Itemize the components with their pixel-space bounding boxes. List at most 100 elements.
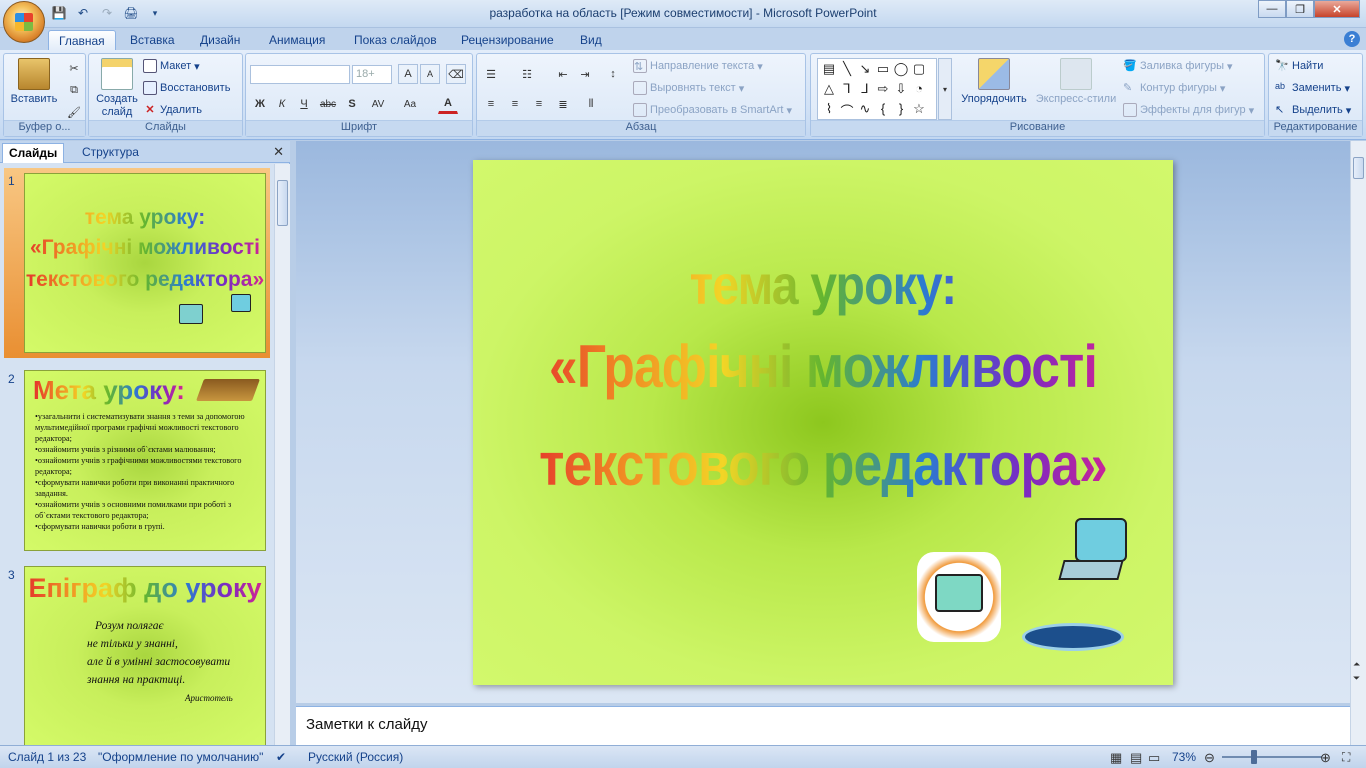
tab-outline[interactable]: Структура xyxy=(76,143,145,163)
tab-home[interactable]: Главная xyxy=(48,30,116,50)
font-color-icon[interactable]: A xyxy=(438,94,458,114)
restore-button[interactable]: ❐ xyxy=(1286,0,1314,18)
italic-icon[interactable]: К xyxy=(272,94,292,114)
current-slide[interactable]: тема уроку: «Графічні можливості текстов… xyxy=(473,160,1173,685)
scroll-thumb[interactable] xyxy=(1353,157,1364,179)
new-slide-button[interactable]: Создать слайд xyxy=(93,58,141,119)
line-spacing-icon[interactable]: ↕ xyxy=(603,64,623,84)
shadow-icon[interactable]: S xyxy=(342,94,362,114)
paste-button[interactable]: Вставить xyxy=(8,58,60,106)
text-direction-button[interactable]: ⇅ Направление текста ▾ xyxy=(633,57,763,75)
shape-effects-button[interactable]: Эффекты для фигур ▾ xyxy=(1123,101,1254,119)
bullets-icon[interactable]: ☰ xyxy=(481,64,501,84)
freeform-shape-icon[interactable]: ⌇ xyxy=(820,101,838,117)
align-text-button[interactable]: Выровнять текст ▾ xyxy=(633,79,744,97)
tab-insert[interactable]: Вставка xyxy=(120,30,185,50)
slide-line2[interactable]: «Графічні можливості xyxy=(522,332,1124,401)
tab-slides[interactable]: Слайды xyxy=(2,143,65,163)
layout-button[interactable]: Макет ▾ xyxy=(143,57,200,75)
elbow-arrow-shape-icon[interactable]: ⅃ xyxy=(856,81,874,97)
curve-shape-icon[interactable]: ∿ xyxy=(856,101,874,117)
replace-button[interactable]: ab Заменить ▾ xyxy=(1275,79,1350,97)
close-pane-icon[interactable]: ✕ xyxy=(273,144,284,160)
tab-animation[interactable]: Анимация xyxy=(259,30,335,50)
arc-shape-icon[interactable]: ⌒ xyxy=(838,101,856,120)
justify-icon[interactable]: ≣ xyxy=(553,94,573,114)
columns-icon[interactable]: ⫴ xyxy=(581,94,601,114)
spellcheck-icon[interactable]: ✔ xyxy=(276,750,286,764)
rounded-rect-shape-icon[interactable]: ▢ xyxy=(910,61,928,77)
prev-slide-icon[interactable]: ⏶ xyxy=(1353,659,1360,670)
tab-slideshow[interactable]: Показ слайдов xyxy=(344,30,447,50)
next-slide-icon[interactable]: ⏷ xyxy=(1353,673,1360,684)
spacing-icon[interactable]: AV xyxy=(368,94,388,114)
align-center-icon[interactable]: ≡ xyxy=(505,94,525,114)
arrow-shape-icon[interactable]: ↘ xyxy=(856,61,874,77)
shapes-more-icon[interactable]: ▾ xyxy=(938,58,952,120)
tab-review[interactable]: Рецензирование xyxy=(451,30,564,50)
star-shape-icon[interactable]: ☆ xyxy=(910,101,928,117)
shapes-gallery[interactable]: ▤ ╲ ↘ ▭ ◯ ▢ △ ⅂ ⅃ ⇨ ⇩ ◔ ⌇ ⌒ ∿ { } ☆ xyxy=(817,58,937,120)
line-shape-icon[interactable]: ╲ xyxy=(838,61,856,77)
scroll-thumb[interactable] xyxy=(277,180,288,226)
textbox-shape-icon[interactable]: ▤ xyxy=(820,61,838,77)
zoom-level[interactable]: 73% xyxy=(1172,750,1196,764)
editor-scrollbar[interactable]: ⏶ ⏷ xyxy=(1350,141,1366,745)
strikethrough-icon[interactable]: abc xyxy=(318,94,338,114)
bold-icon[interactable]: Ж xyxy=(250,94,270,114)
rectangle-shape-icon[interactable]: ▭ xyxy=(874,61,892,77)
shrink-font-icon[interactable]: A xyxy=(420,64,440,84)
change-case-icon[interactable]: Aa xyxy=(400,94,420,114)
shape-outline-button[interactable]: ✎ Контур фигуры ▾ xyxy=(1123,79,1225,97)
cut-icon[interactable]: ✂ xyxy=(64,58,84,78)
copy-icon[interactable]: ⧉ xyxy=(64,80,84,100)
close-button[interactable]: ✕ xyxy=(1314,0,1360,18)
tab-design[interactable]: Дизайн xyxy=(190,30,250,50)
font-size-combo[interactable]: 18+ xyxy=(352,65,392,84)
triangle-shape-icon[interactable]: △ xyxy=(820,81,838,97)
format-painter-icon[interactable]: 🖌 xyxy=(64,102,84,122)
brace-right-shape-icon[interactable]: } xyxy=(892,101,910,116)
quick-styles-button[interactable]: Экспресс-стили xyxy=(1033,58,1119,106)
reset-button[interactable]: Восстановить xyxy=(143,79,230,97)
arrange-button[interactable]: Упорядочить xyxy=(957,58,1031,106)
grow-font-icon[interactable]: A xyxy=(398,64,418,84)
slide-title[interactable]: тема уроку: xyxy=(522,252,1124,317)
zoom-slider-thumb[interactable] xyxy=(1251,750,1257,764)
numbering-icon[interactable]: ☷ xyxy=(517,64,537,84)
oval-shape-icon[interactable]: ◯ xyxy=(892,61,910,77)
notes-pane[interactable]: Заметки к слайду xyxy=(296,706,1350,745)
tab-view[interactable]: Вид xyxy=(570,30,612,50)
font-family-combo[interactable] xyxy=(250,65,350,84)
zoom-out-icon[interactable]: ⊖ xyxy=(1204,750,1215,766)
callout-shape-icon[interactable]: ◔ xyxy=(910,81,928,96)
brace-left-shape-icon[interactable]: { xyxy=(874,101,892,116)
select-button[interactable]: ↖ Выделить ▾ xyxy=(1275,101,1351,119)
zoom-slider[interactable] xyxy=(1222,756,1322,758)
find-button[interactable]: 🔭 Найти xyxy=(1275,57,1323,75)
slide-thumbnail-2[interactable]: Мета уроку: •узагальнити і систематизува… xyxy=(24,370,266,551)
language-indicator[interactable]: Русский (Россия) xyxy=(308,750,403,764)
slide-line3[interactable]: текстового редактора» xyxy=(522,430,1124,499)
fit-to-window-icon[interactable]: ⛶ xyxy=(1342,750,1350,765)
clear-format-icon[interactable]: ⌫ xyxy=(446,64,466,84)
down-arrow-shape-icon[interactable]: ⇩ xyxy=(892,81,910,97)
slideshow-view-icon[interactable]: ▭ xyxy=(1148,750,1160,766)
office-button[interactable] xyxy=(3,1,45,43)
minimize-button[interactable]: — xyxy=(1258,0,1286,18)
align-right-icon[interactable]: ≡ xyxy=(529,94,549,114)
zoom-in-icon[interactable]: ⊕ xyxy=(1320,750,1331,766)
underline-icon[interactable]: Ч xyxy=(294,94,314,114)
normal-view-icon[interactable]: ▦ xyxy=(1110,750,1122,766)
align-left-icon[interactable]: ≡ xyxy=(481,94,501,114)
decrease-indent-icon[interactable]: ⇤ xyxy=(553,64,573,84)
thumbnails-scrollbar[interactable] xyxy=(274,164,290,745)
slide-thumbnail-1[interactable]: тема уроку: «Графічні можливості текстов… xyxy=(24,173,266,353)
elbow-shape-icon[interactable]: ⅂ xyxy=(838,81,856,97)
increase-indent-icon[interactable]: ⇥ xyxy=(575,64,595,84)
help-icon[interactable]: ? xyxy=(1344,31,1360,47)
slide-thumbnail-3[interactable]: Епіграф до уроку Розум полягає не тільки… xyxy=(24,566,266,745)
sorter-view-icon[interactable]: ▤ xyxy=(1130,750,1142,766)
delete-slide-button[interactable]: ✕ Удалить xyxy=(143,101,202,119)
shape-fill-button[interactable]: 🪣 Заливка фигуры ▾ xyxy=(1123,57,1233,75)
